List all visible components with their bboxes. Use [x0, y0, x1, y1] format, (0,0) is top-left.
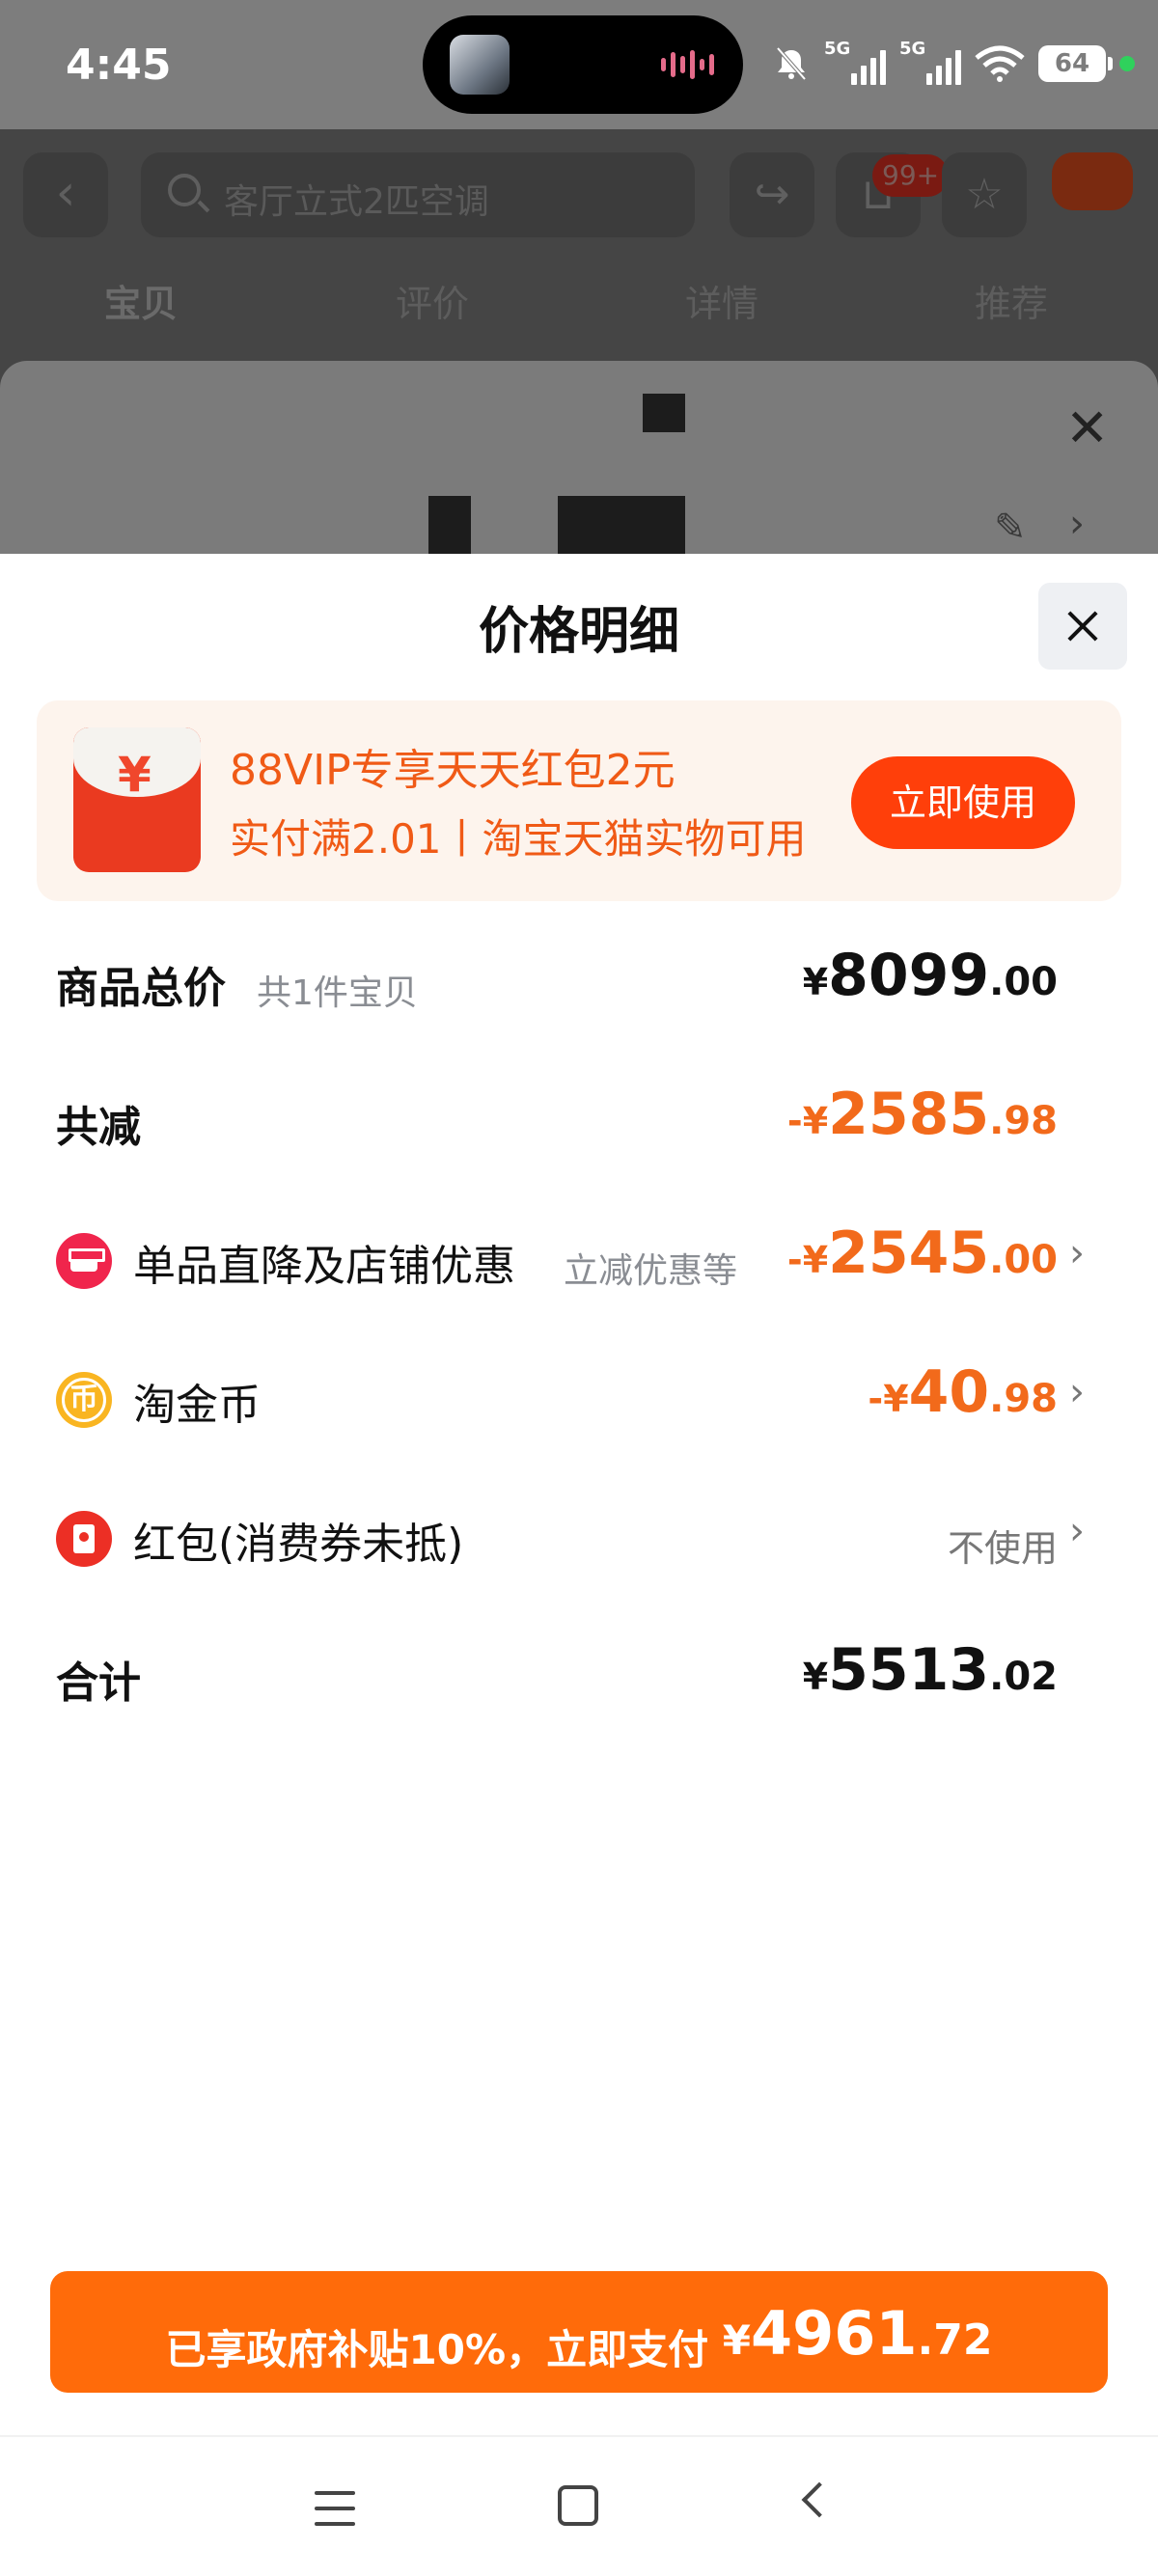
redacted-block: [643, 394, 685, 432]
search-placeholder: 客厅立式2匹空调: [224, 182, 489, 222]
taojinbi-row[interactable]: 币 淘金币 -¥40.98 ›: [0, 1353, 1158, 1439]
amount-decimal: .98: [989, 1099, 1058, 1143]
goods-total-value: ¥8099.00: [803, 942, 1058, 1009]
red-packet-icon: [56, 1511, 112, 1567]
back-button-bg: ‹: [23, 152, 108, 237]
amount-integer: 4961: [750, 2298, 918, 2369]
close-button[interactable]: [1038, 583, 1127, 670]
chevron-right-icon-bg: ›: [1069, 502, 1085, 546]
tab-detail: 详情: [685, 283, 759, 325]
redpacket-row[interactable]: 红包(消费券未抵) 不使用 ›: [0, 1492, 1158, 1578]
privacy-indicator-dot: [1119, 56, 1135, 71]
currency-symbol: ¥: [722, 2316, 751, 2364]
currency-symbol: -¥: [786, 1239, 829, 1281]
store-discount-sublabel: 立减优惠等: [564, 1251, 738, 1291]
network-label-2: 5G: [899, 39, 926, 59]
store-discount-value: -¥2545.00: [787, 1219, 1058, 1287]
home-square-icon[interactable]: [558, 2485, 598, 2526]
star-icon: ☆: [942, 152, 1027, 237]
amount-integer: 2545: [828, 1219, 990, 1287]
store-discount-row[interactable]: 单品直降及店铺优惠 立减优惠等 -¥2545.00 ›: [0, 1214, 1158, 1301]
total-discount-value: -¥2585.98: [787, 1081, 1058, 1148]
currency-symbol: ¥: [802, 961, 829, 1003]
taojinbi-value: -¥40.98: [868, 1358, 1058, 1426]
system-nav-bar: [0, 2435, 1158, 2576]
signal-5g-icon-2: 5G: [899, 39, 961, 85]
amount-decimal: .02: [989, 1655, 1058, 1699]
coin-icon: 币: [56, 1372, 112, 1428]
total-discount-label: 共减: [56, 1103, 141, 1152]
back-chevron-icon[interactable]: [801, 2481, 838, 2518]
mute-bell-icon: [776, 46, 807, 81]
amount-integer: 5513: [828, 1636, 990, 1704]
redacted-block: [558, 496, 685, 554]
promo-condition: 实付满2.01丨淘宝天猫实物可用: [230, 815, 807, 863]
dynamic-island[interactable]: [423, 15, 743, 114]
amount-decimal: .98: [989, 1377, 1058, 1421]
sheet-title: 价格明细: [478, 603, 679, 661]
cart-badge: 99+: [872, 154, 950, 197]
taojinbi-label: 淘金币: [133, 1381, 261, 1430]
chevron-right-icon: ›: [1069, 1509, 1085, 1553]
pay-now-button[interactable]: 已享政府补贴10%，立即支付 ¥4961.72: [50, 2271, 1108, 2393]
sum-row: 合计 ¥5513.02: [0, 1631, 1158, 1717]
use-now-button[interactable]: 立即使用: [851, 756, 1075, 849]
redpacket-status: 不使用: [947, 1527, 1058, 1570]
currency-symbol: ¥: [802, 1656, 829, 1698]
amount-decimal: .00: [989, 960, 1058, 1004]
recents-menu-icon[interactable]: [315, 2491, 355, 2526]
more-icon: [1052, 152, 1133, 210]
amount-decimal: .72: [917, 2316, 993, 2365]
share-icon: ↪: [730, 152, 814, 237]
battery-icon: 64: [1038, 45, 1113, 82]
yuan-glyph: ¥: [118, 747, 152, 803]
chevron-right-icon: ›: [1069, 1231, 1085, 1275]
search-bar-bg: 客厅立式2匹空调: [141, 152, 695, 237]
tab-bar-bg: 宝贝 评价 详情 推荐: [0, 274, 1158, 342]
amount-integer: 40: [908, 1358, 990, 1426]
network-label: 5G: [824, 39, 851, 59]
item-count: 共1件宝贝: [257, 973, 418, 1013]
amount-decimal: .00: [989, 1238, 1058, 1282]
close-icon-bg: ✕: [1065, 397, 1110, 458]
amount-integer: 2585: [828, 1081, 990, 1148]
audio-wave-icon: [661, 48, 714, 81]
background-page: ‹ 客厅立式2匹空调 ↪ ⊔ 99+ ☆ 宝贝 评价 详情 推荐 ✕ ✎ ›: [0, 129, 1158, 554]
total-discount-row: 共减 -¥2585.98: [0, 1075, 1158, 1162]
signal-5g-icon: 5G: [824, 39, 886, 85]
status-bar: 4:45 5G 5G 64: [0, 0, 1158, 129]
redpacket-label: 红包(消费券未抵): [133, 1520, 464, 1569]
promo-title: 88VIP专享天天红包2元: [230, 746, 676, 795]
status-icons: 5G 5G 64: [772, 37, 1135, 91]
wifi-icon: [975, 45, 1025, 82]
currency-symbol: -¥: [786, 1100, 829, 1142]
vip-redpacket-banner[interactable]: ¥ 88VIP专享天天红包2元 实付满2.01丨淘宝天猫实物可用 立即使用: [37, 700, 1121, 901]
goods-total-label: 商品总价: [56, 964, 226, 1013]
tab-review: 评价: [396, 283, 470, 325]
underlying-sheet: ✕ ✎ ›: [0, 361, 1158, 554]
currency-symbol: -¥: [868, 1378, 909, 1420]
goods-total-row: 商品总价 共1件宝贝 ¥8099.00: [0, 936, 1158, 1023]
search-icon: [168, 174, 201, 206]
pay-button-text: 已享政府补贴10%，立即支付: [165, 2326, 723, 2373]
store-discount-label: 单品直降及店铺优惠: [133, 1242, 515, 1291]
pay-amount: ¥4961.72: [723, 2298, 993, 2369]
sum-label: 合计: [56, 1658, 141, 1708]
edit-icon-bg: ✎: [994, 506, 1027, 550]
tab-recommend: 推荐: [975, 283, 1049, 325]
redacted-block: [428, 496, 471, 554]
red-envelope-icon: ¥: [73, 727, 201, 872]
sum-value: ¥5513.02: [803, 1636, 1058, 1704]
shop-icon: [56, 1233, 112, 1289]
app-thumbnail-icon: [450, 35, 510, 95]
amount-integer: 8099: [828, 942, 990, 1009]
tab-item: 宝贝: [104, 283, 179, 325]
clock: 4:45: [66, 41, 172, 90]
chevron-right-icon: ›: [1069, 1370, 1085, 1414]
